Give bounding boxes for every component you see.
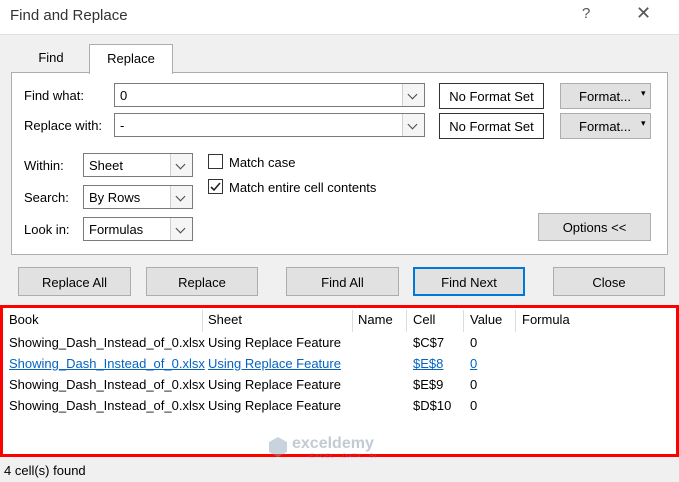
col-header-name[interactable]: Name (358, 312, 393, 332)
replace-format-button[interactable]: Format... ▾ (560, 113, 651, 139)
col-header-book[interactable]: Book (9, 312, 39, 332)
chevron-down-icon[interactable] (170, 218, 192, 240)
replace-with-input[interactable]: - (114, 113, 425, 137)
look-in-select[interactable]: Formulas (83, 217, 193, 241)
look-in-label: Look in: (24, 222, 70, 237)
col-divider[interactable] (463, 310, 464, 332)
result-book[interactable]: Showing_Dash_Instead_of_0.xlsx (9, 377, 205, 392)
col-header-sheet[interactable]: Sheet (208, 312, 242, 332)
watermark-name: exceldemy (292, 435, 374, 452)
within-select[interactable]: Sheet (83, 153, 193, 177)
watermark-tagline: EXCEL · DATA · BI (310, 454, 378, 460)
result-cell[interactable]: $E$9 (413, 377, 443, 392)
match-entire-label[interactable]: Match entire cell contents (229, 180, 376, 195)
tab-replace[interactable]: Replace (89, 44, 173, 74)
tab-find[interactable]: Find (15, 44, 87, 72)
col-divider[interactable] (406, 310, 407, 332)
dropdown-arrow-icon: ▾ (641, 118, 646, 128)
result-sheet[interactable]: Using Replace Feature (208, 335, 341, 350)
search-value: By Rows (89, 190, 141, 205)
window-title: Find and Replace (10, 7, 128, 24)
find-format-preview: No Format Set (439, 83, 544, 109)
result-value[interactable]: 0 (470, 377, 477, 392)
result-sheet-selected[interactable]: Using Replace Feature (208, 356, 341, 371)
col-divider[interactable] (202, 310, 203, 332)
replace-format-label: Format... (579, 119, 632, 134)
find-what-input[interactable]: 0 (114, 83, 425, 107)
match-case-checkbox[interactable] (208, 154, 223, 169)
find-next-button[interactable]: Find Next (413, 267, 525, 296)
find-format-button[interactable]: Format... ▾ (560, 83, 651, 109)
result-sheet[interactable]: Using Replace Feature (208, 398, 341, 413)
result-value-selected[interactable]: 0 (470, 356, 477, 371)
exceldemy-logo-icon (269, 437, 287, 457)
match-case-label[interactable]: Match case (229, 155, 295, 170)
chevron-down-icon[interactable] (402, 84, 424, 106)
status-text: 4 cell(s) found (4, 463, 86, 478)
exceldemy-watermark: exceldemy EXCEL · DATA · BI (268, 434, 418, 464)
replace-with-value: - (120, 118, 125, 133)
within-value: Sheet (89, 158, 123, 173)
col-header-value[interactable]: Value (470, 312, 502, 332)
chevron-down-icon[interactable] (170, 154, 192, 176)
result-book[interactable]: Showing_Dash_Instead_of_0.xlsx (9, 398, 205, 413)
tab-replace-label: Replace (107, 51, 155, 66)
col-divider[interactable] (515, 310, 516, 332)
match-entire-checkbox[interactable] (208, 179, 223, 194)
result-cell[interactable]: $D$10 (413, 398, 451, 413)
result-cell[interactable]: $C$7 (413, 335, 444, 350)
find-what-label: Find what: (24, 88, 84, 103)
dropdown-arrow-icon: ▾ (641, 88, 646, 98)
close-button[interactable]: Close (553, 267, 665, 296)
replace-button[interactable]: Replace (146, 267, 258, 296)
result-sheet[interactable]: Using Replace Feature (208, 377, 341, 392)
find-format-label: Format... (579, 89, 632, 104)
within-label: Within: (24, 158, 64, 173)
result-book-selected[interactable]: Showing_Dash_Instead_of_0.xlsx (9, 356, 205, 371)
result-book[interactable]: Showing_Dash_Instead_of_0.xlsx (9, 335, 205, 350)
close-icon[interactable]: ✕ (636, 3, 651, 24)
col-divider[interactable] (352, 310, 353, 332)
replace-with-label: Replace with: (24, 118, 103, 133)
result-value[interactable]: 0 (470, 335, 477, 350)
find-what-value: 0 (120, 88, 128, 103)
col-header-formula[interactable]: Formula (522, 312, 570, 332)
result-cell-selected[interactable]: $E$8 (413, 356, 443, 371)
search-label: Search: (24, 190, 69, 205)
tab-find-label: Find (38, 50, 64, 65)
search-select[interactable]: By Rows (83, 185, 193, 209)
replace-format-preview: No Format Set (439, 113, 544, 139)
result-value[interactable]: 0 (470, 398, 477, 413)
options-button[interactable]: Options << (538, 213, 651, 241)
col-header-cell[interactable]: Cell (413, 312, 435, 332)
check-icon (210, 182, 221, 192)
chevron-down-icon[interactable] (170, 186, 192, 208)
help-icon[interactable]: ? (582, 5, 590, 22)
find-all-button[interactable]: Find All (286, 267, 399, 296)
look-in-value: Formulas (89, 222, 144, 237)
replace-all-button[interactable]: Replace All (18, 267, 131, 296)
chevron-down-icon[interactable] (402, 114, 424, 136)
